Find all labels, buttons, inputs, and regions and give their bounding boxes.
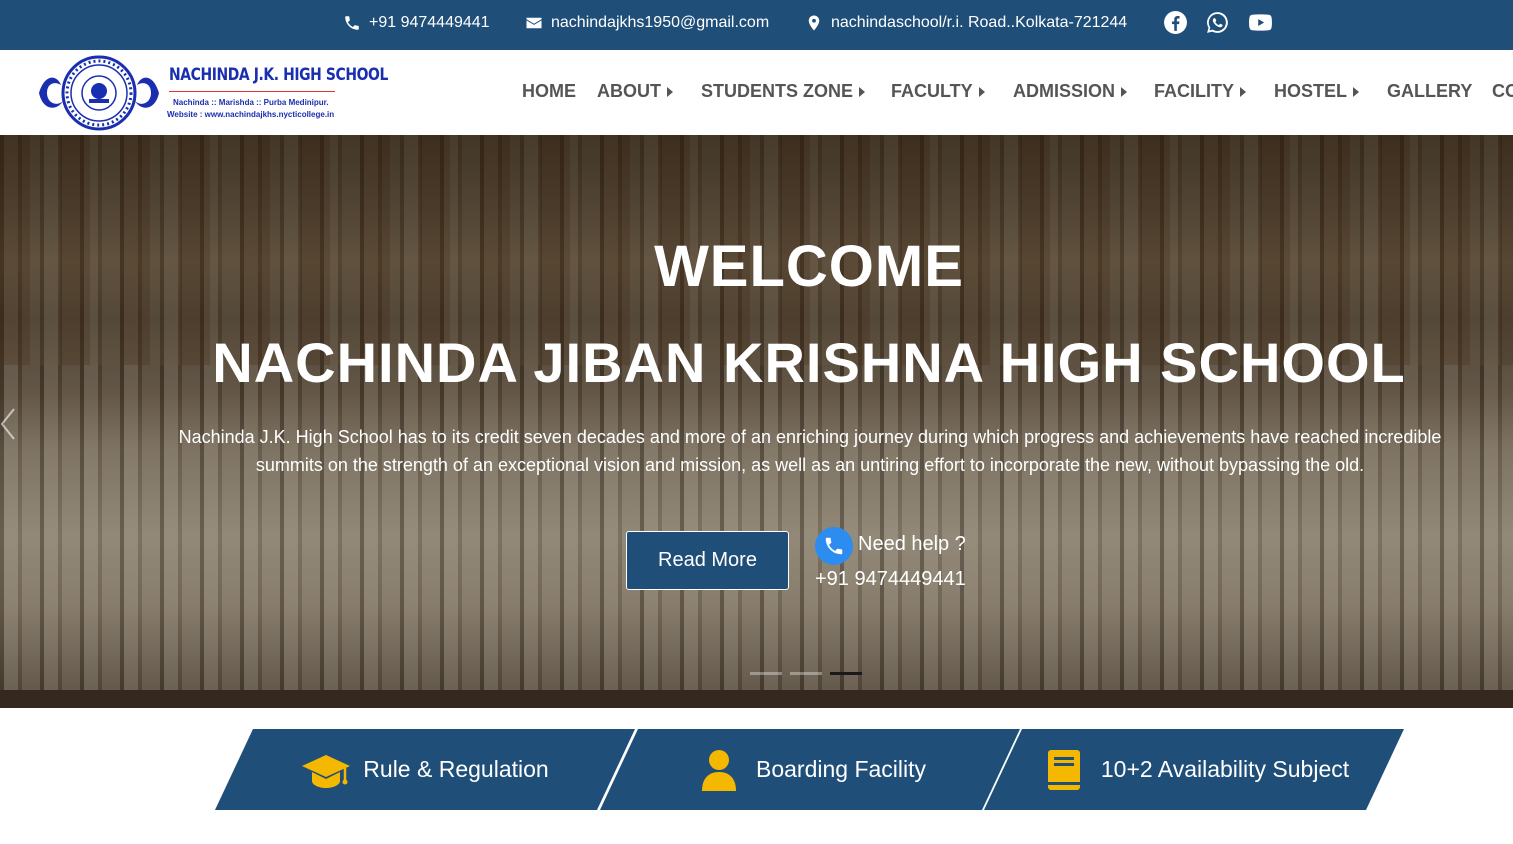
phone-circle-icon [815, 527, 853, 565]
need-help-label: Need help ? [858, 533, 966, 555]
read-more-label: Read More [658, 549, 757, 571]
feature-rule-regulation[interactable]: Rule & Regulation [215, 729, 635, 810]
nav-faculty[interactable]: FACULTY [891, 81, 985, 102]
topbar-phone-text: +91 9474449441 [369, 14, 490, 31]
nav-about[interactable]: ABOUT [597, 81, 673, 102]
feature-boarding-label: Boarding Facility [755, 756, 927, 782]
caret-right-icon [1121, 87, 1128, 97]
hero-title: NACHINDA JIBAN KRISHNA HIGH SCHOOL [212, 331, 1406, 394]
hero-description: Nachinda J.K. High School has to its cre… [178, 427, 1442, 475]
nav-facility[interactable]: FACILITY [1154, 81, 1246, 102]
phone-icon [825, 537, 843, 555]
whatsapp-icon [1206, 11, 1228, 33]
nav-home-label: HOME [522, 81, 576, 101]
feature-boarding-facility[interactable]: Boarding Facility [600, 729, 1020, 810]
envelope-icon [526, 17, 542, 29]
site-header: NACHINDA J.K. HIGH SCHOOL Nachinda :: Ma… [0, 50, 1513, 135]
feature-rule-label: Rule & Regulation [363, 756, 549, 782]
nav-gallery-label: GALLERY [1387, 81, 1473, 101]
nav-admission[interactable]: ADMISSION [1013, 81, 1128, 102]
facebook-link[interactable] [1162, 9, 1188, 35]
caret-right-icon [667, 87, 673, 97]
feature-availability-subject[interactable]: 10+2 Availability Subject [984, 729, 1404, 810]
phone-icon [345, 16, 359, 30]
youtube-link[interactable] [1247, 9, 1273, 35]
feature-strip: Rule & Regulation Boarding Facility 10+2… [0, 729, 1513, 810]
nav-hostel-label: HOSTEL [1274, 81, 1348, 101]
nav-gallery[interactable]: GALLERY [1387, 81, 1472, 102]
topbar-email-text: nachindajkhs1950@gmail.com [551, 14, 770, 31]
topbar-address: nachindaschool/r.i. Road..Kolkata-721244 [805, 14, 1127, 32]
top-contact-bar: +91 9474449441 nachindajkhs1950@gmail.co… [0, 0, 1513, 50]
topbar-email[interactable]: nachindajkhs1950@gmail.com [525, 14, 769, 32]
nav-about-label: ABOUT [597, 81, 661, 101]
feature-subject-label: 10+2 Availability Subject [1100, 756, 1350, 782]
caret-right-icon [978, 87, 985, 97]
nav-contact-label: CO [1492, 81, 1513, 101]
hero-welcome: WELCOME [654, 234, 964, 299]
whatsapp-link[interactable] [1204, 9, 1230, 35]
topbar-phone[interactable]: +91 9474449441 [343, 14, 490, 32]
nav-contact[interactable]: CO [1492, 81, 1513, 102]
nav-students-label: STUDENTS ZONE [701, 81, 854, 101]
slider-indicators [750, 672, 862, 675]
nav-facility-label: FACILITY [1154, 81, 1234, 101]
caret-right-icon [1240, 87, 1246, 97]
slider-dot-1[interactable] [750, 672, 782, 675]
need-help-phone[interactable]: +91 9474449441 [815, 568, 966, 591]
nav-home[interactable]: HOME [522, 81, 576, 102]
map-pin-icon [808, 15, 820, 31]
nav-faculty-label: FACULTY [891, 81, 973, 101]
slider-dot-2[interactable] [790, 672, 822, 675]
user-icon [694, 749, 744, 791]
read-more-button[interactable]: Read More [626, 531, 789, 590]
book-icon [1039, 749, 1089, 791]
slider-dot-3[interactable] [830, 672, 862, 675]
slider-prev-icon[interactable] [0, 407, 16, 441]
hero-overlay [0, 135, 1513, 708]
graduation-cap-icon [301, 749, 351, 791]
caret-right-icon [859, 87, 866, 97]
topbar-address-text: nachindaschool/r.i. Road..Kolkata-721244 [831, 14, 1128, 31]
facebook-icon [1163, 10, 1187, 34]
main-nav: HOME ABOUT STUDENTS ZONE FACULTY ADMISSI… [0, 50, 1513, 135]
nav-admission-label: ADMISSION [1013, 81, 1116, 101]
hero-slider: WELCOME NACHINDA JIBAN KRISHNA HIGH SCHO… [0, 135, 1513, 708]
nav-students-zone[interactable]: STUDENTS ZONE [701, 81, 866, 102]
youtube-icon [1248, 13, 1272, 31]
caret-right-icon [1353, 87, 1360, 97]
nav-hostel[interactable]: HOSTEL [1274, 81, 1360, 102]
